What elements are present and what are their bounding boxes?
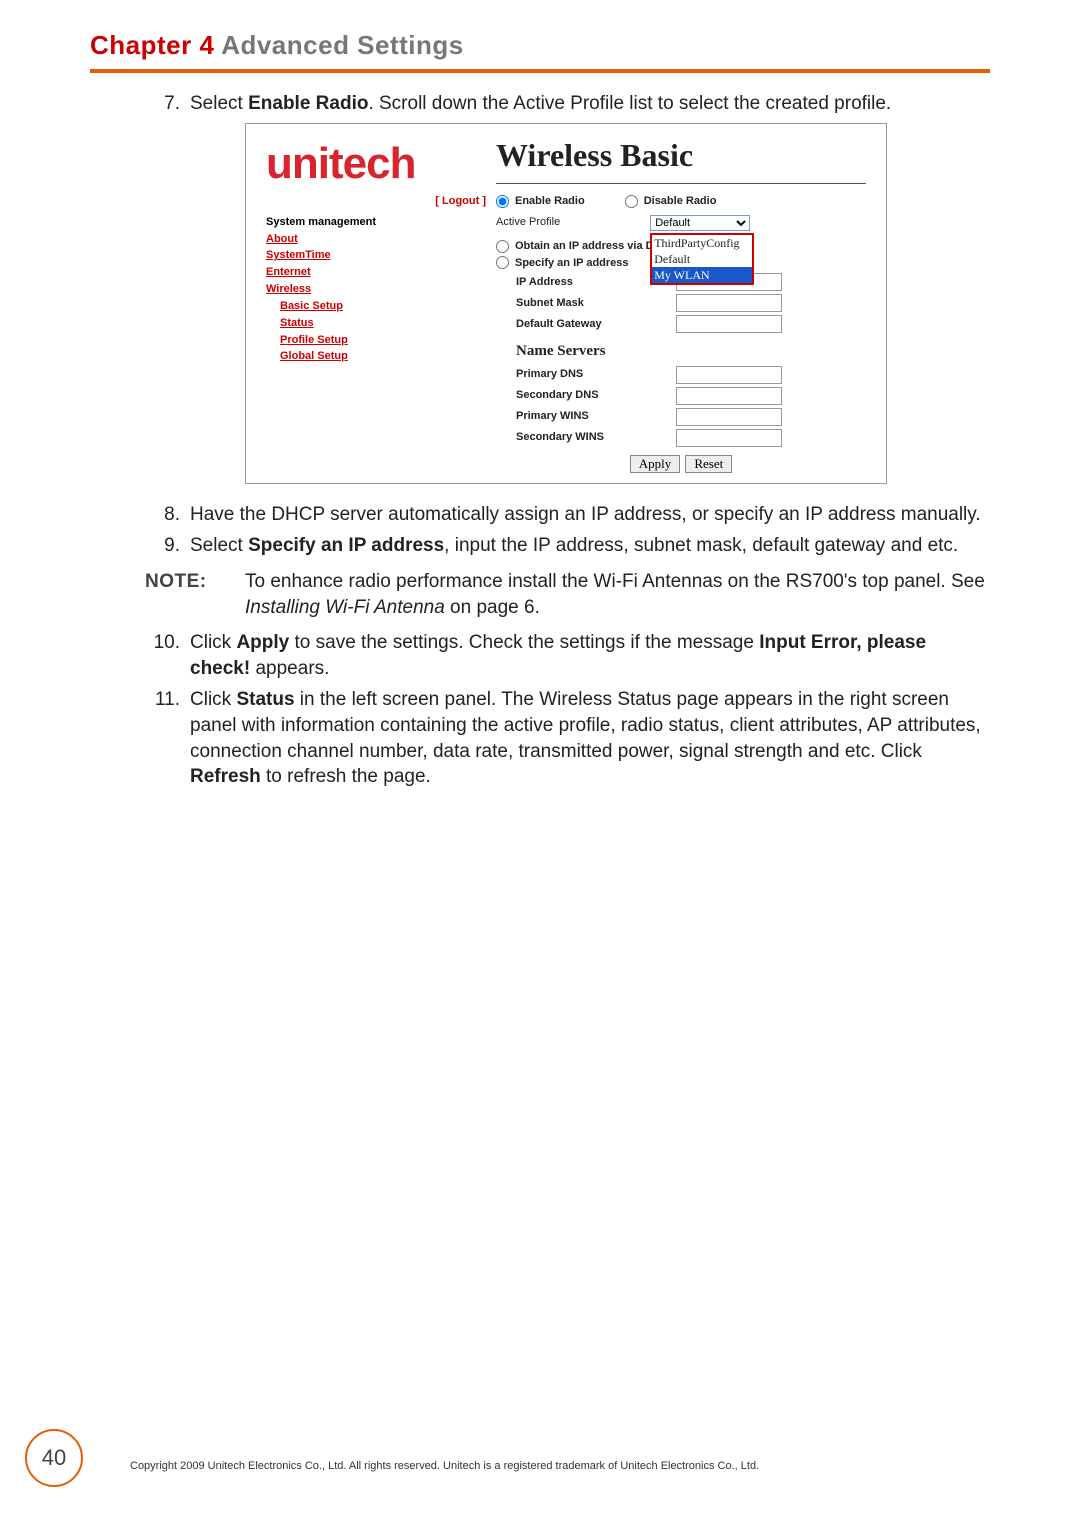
nav-about[interactable]: About bbox=[266, 232, 486, 247]
ip-address-label: IP Address bbox=[496, 275, 676, 290]
active-profile-select[interactable]: Default bbox=[650, 215, 750, 231]
step-8-text: Have the DHCP server automatically assig… bbox=[190, 502, 990, 528]
active-profile-dropdown[interactable]: ThirdPartyConfig Default My WLAN bbox=[650, 233, 754, 286]
nav-status[interactable]: Status bbox=[280, 316, 486, 331]
default-gateway-input[interactable] bbox=[676, 315, 782, 333]
secondary-dns-label: Secondary DNS bbox=[496, 388, 676, 403]
nav-systemtime[interactable]: SystemTime bbox=[266, 248, 486, 263]
page-number: 40 bbox=[25, 1429, 83, 1487]
subnet-mask-input[interactable] bbox=[676, 294, 782, 312]
step-9: 9. Select Specify an IP address, input t… bbox=[145, 533, 990, 559]
apply-button[interactable]: Apply bbox=[630, 455, 681, 473]
nav-heading: System management bbox=[266, 215, 486, 230]
secondary-wins-input[interactable] bbox=[676, 429, 782, 447]
page-number-circle: 40 bbox=[25, 1429, 83, 1487]
specify-ip-label: Specify an IP address bbox=[515, 256, 629, 271]
default-gateway-label: Default Gateway bbox=[496, 317, 676, 332]
disable-radio-option[interactable]: Disable Radio bbox=[625, 194, 717, 209]
step-8-num: 8. bbox=[145, 502, 190, 528]
ui-main-panel: Enable Radio Disable Radio Active Profil… bbox=[496, 194, 886, 483]
chapter-number: Chapter 4 bbox=[90, 30, 214, 60]
nav-wireless[interactable]: Wireless bbox=[266, 282, 486, 297]
reset-button[interactable]: Reset bbox=[685, 455, 732, 473]
step-11-text: Click Status in the left screen panel. T… bbox=[190, 687, 990, 790]
sidebar: [ Logout ] System management About Syste… bbox=[246, 194, 496, 483]
profile-option-thirdparty[interactable]: ThirdPartyConfig bbox=[652, 235, 752, 251]
disable-radio-input[interactable] bbox=[625, 195, 638, 208]
note: NOTE: To enhance radio performance insta… bbox=[145, 569, 990, 620]
subnet-mask-label: Subnet Mask bbox=[496, 296, 676, 311]
primary-dns-label: Primary DNS bbox=[496, 367, 676, 382]
chapter-title: Advanced Settings bbox=[221, 30, 464, 60]
step-11: 11. Click Status in the left screen pane… bbox=[145, 687, 990, 790]
step-9-text: Select Specify an IP address, input the … bbox=[190, 533, 990, 559]
step-9-num: 9. bbox=[145, 533, 190, 559]
secondary-wins-label: Secondary WINS bbox=[496, 430, 676, 445]
note-text: To enhance radio performance install the… bbox=[245, 569, 990, 620]
logout-link[interactable]: [ Logout ] bbox=[266, 194, 486, 209]
secondary-dns-input[interactable] bbox=[676, 387, 782, 405]
nav-enternet[interactable]: Enternet bbox=[266, 265, 486, 280]
obtain-dhcp-input[interactable] bbox=[496, 240, 509, 253]
name-servers-heading: Name Servers bbox=[516, 341, 866, 361]
nav-basic-setup[interactable]: Basic Setup bbox=[280, 299, 486, 314]
primary-dns-input[interactable] bbox=[676, 366, 782, 384]
ui-page-title: Wireless Basic bbox=[496, 134, 866, 177]
enable-radio-label: Enable Radio bbox=[515, 194, 585, 209]
step-7-num: 7. bbox=[145, 91, 190, 117]
nav-global-setup[interactable]: Global Setup bbox=[280, 349, 486, 364]
specify-ip-input[interactable] bbox=[496, 256, 509, 269]
chapter-header: Chapter 4 Advanced Settings bbox=[90, 30, 990, 61]
note-label: NOTE: bbox=[145, 569, 245, 620]
profile-option-default[interactable]: Default bbox=[652, 251, 752, 267]
copyright: Copyright 2009 Unitech Electronics Co., … bbox=[130, 1460, 990, 1472]
primary-wins-input[interactable] bbox=[676, 408, 782, 426]
step-7-text: Select Enable Radio. Scroll down the Act… bbox=[190, 91, 990, 117]
step-8: 8. Have the DHCP server automatically as… bbox=[145, 502, 990, 528]
nav-profile-setup[interactable]: Profile Setup bbox=[280, 333, 486, 348]
profile-option-mywlan[interactable]: My WLAN bbox=[652, 267, 752, 283]
brand-text: unitech bbox=[266, 139, 415, 188]
step-10: 10. Click Apply to save the settings. Ch… bbox=[145, 630, 990, 681]
step-7: 7. Select Enable Radio. Scroll down the … bbox=[145, 91, 990, 117]
title-rule bbox=[496, 183, 866, 184]
enable-radio-input[interactable] bbox=[496, 195, 509, 208]
header-rule bbox=[90, 69, 990, 73]
brand-logo: unitech bbox=[246, 124, 496, 193]
enable-radio-option[interactable]: Enable Radio bbox=[496, 194, 585, 209]
step-10-text: Click Apply to save the settings. Check … bbox=[190, 630, 990, 681]
disable-radio-label: Disable Radio bbox=[644, 194, 717, 209]
embedded-ui-screenshot: unitech Wireless Basic [ Logout ] System… bbox=[245, 123, 887, 484]
active-profile-label: Active Profile bbox=[496, 215, 560, 230]
step-11-num: 11. bbox=[145, 687, 190, 790]
primary-wins-label: Primary WINS bbox=[496, 409, 676, 424]
step-10-num: 10. bbox=[145, 630, 190, 681]
